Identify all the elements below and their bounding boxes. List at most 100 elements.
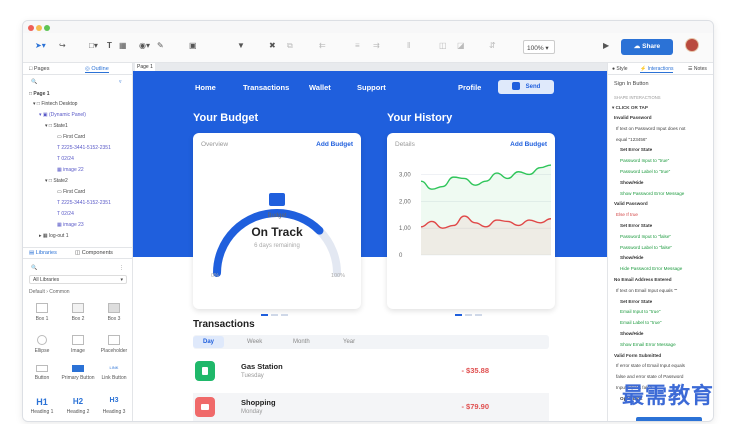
cross-icon[interactable]: ✖ xyxy=(269,41,276,50)
tree-item[interactable]: ▾ □ Fintech Desktop xyxy=(33,101,77,107)
interaction-line[interactable]: Set Error State xyxy=(620,147,652,152)
tab-style[interactable]: ● Style xyxy=(612,66,628,72)
select-tool-icon[interactable]: ➤▾ xyxy=(35,41,46,50)
distribute-icon[interactable]: ‖ xyxy=(407,41,410,50)
send-button[interactable]: Send xyxy=(498,80,554,94)
tree-item[interactable]: T 02/24 xyxy=(57,211,74,217)
interaction-line[interactable]: Set Error State xyxy=(620,223,652,228)
budget-card-tab[interactable]: Overview xyxy=(201,141,228,148)
text-tool-icon[interactable]: T xyxy=(107,41,112,50)
widget-ellipse[interactable]: Ellipse xyxy=(25,335,59,354)
tree-item[interactable]: □ Page 1 xyxy=(29,91,50,97)
transaction-row[interactable]: Shopping Monday - $79.90 xyxy=(193,393,549,421)
library-more-icon[interactable]: ⋮ xyxy=(119,265,124,271)
order-back-icon[interactable]: ◪ xyxy=(457,41,465,50)
interaction-line[interactable]: Invalid Password xyxy=(614,115,652,120)
widget-heading3[interactable]: H3 Heading 3 xyxy=(97,397,131,415)
filter-day[interactable]: Day xyxy=(193,336,225,348)
interaction-line[interactable]: No Email Address Entered xyxy=(614,277,672,282)
tree-item[interactable]: T 2225-3441-5152-2351 xyxy=(57,200,111,206)
tab-libraries[interactable]: ▤ Libraries xyxy=(29,250,57,256)
add-budget-link[interactable]: Add Budget xyxy=(316,141,353,148)
widget-heading1[interactable]: H1 Heading 1 xyxy=(25,397,59,415)
interaction-line[interactable]: Show/Hide xyxy=(620,255,643,260)
interaction-line[interactable]: Valid Form Submitted xyxy=(614,353,661,358)
history-add-budget-link[interactable]: Add Budget xyxy=(510,141,547,148)
library-select[interactable]: All Libraries ▾ xyxy=(29,275,127,284)
tree-item[interactable]: ▸ ▦ log-out 1 xyxy=(39,233,68,239)
preview-play-icon[interactable]: ▶ xyxy=(603,41,609,50)
pen-tool-icon[interactable]: ✎ xyxy=(157,41,164,50)
filter-month[interactable]: Month xyxy=(293,339,310,345)
avatar[interactable] xyxy=(685,38,699,52)
filter-year[interactable]: Year xyxy=(343,339,355,345)
widget-name[interactable]: Sign In Button xyxy=(614,81,649,87)
interaction-line[interactable]: Email Label to "true" xyxy=(620,320,662,325)
tree-item[interactable]: ▭ First Card xyxy=(57,189,85,195)
tab-interactions[interactable]: ⚡ Interactions xyxy=(640,66,674,73)
tree-item[interactable]: ▾ □ State1 xyxy=(45,123,68,129)
copy-icon[interactable]: ⧉ xyxy=(287,41,293,51)
nav-profile[interactable]: Profile xyxy=(458,83,481,92)
widget-primary-button[interactable]: Primary Button xyxy=(61,365,95,381)
interaction-line[interactable]: equal "123456" xyxy=(616,137,647,142)
nav-support[interactable]: Support xyxy=(357,83,386,92)
interaction-line[interactable]: Hide Password Error Message xyxy=(620,266,682,271)
filter-icon[interactable]: ▼ xyxy=(237,41,245,50)
align-left-icon[interactable]: ⇇ xyxy=(319,41,326,50)
interaction-line[interactable]: If text on Password Input does not xyxy=(616,126,685,131)
page-tab[interactable]: Page 1 xyxy=(135,63,155,71)
widget-placeholder[interactable]: Placeholder xyxy=(97,335,131,354)
tab-pages[interactable]: □ Pages xyxy=(29,66,49,72)
close-window-button[interactable] xyxy=(28,25,34,31)
image-tool-icon[interactable]: ▦ xyxy=(119,41,127,50)
align-right-icon[interactable]: ⇉ xyxy=(373,41,380,50)
filter-icon[interactable]: ▿ xyxy=(119,79,122,85)
widget-button[interactable]: Button xyxy=(25,365,59,381)
interaction-line[interactable]: Else If true xyxy=(616,212,638,217)
tab-components[interactable]: ◫ Components xyxy=(75,250,113,256)
align-center-icon[interactable]: ≡ xyxy=(355,41,360,50)
interaction-line[interactable]: Email Input to "true" xyxy=(620,309,661,314)
flip-icon[interactable]: ⇵ xyxy=(489,41,496,50)
budget-pager[interactable] xyxy=(261,303,291,316)
library-search-icon[interactable]: 🔍 xyxy=(31,265,37,271)
pager-dot[interactable] xyxy=(281,314,288,316)
design-canvas[interactable]: Page 1 Home Transactions Wallet Support … xyxy=(133,63,607,421)
interaction-line[interactable]: Show/Hide xyxy=(620,180,643,185)
interaction-line[interactable]: Password Label to "true" xyxy=(620,169,670,174)
interaction-line[interactable]: Password Label to "false" xyxy=(620,245,672,250)
interaction-line[interactable]: Password Input to "false" xyxy=(620,234,671,239)
tab-outline[interactable]: ◎ Outline xyxy=(85,66,109,73)
interaction-line[interactable]: Set Error State xyxy=(620,299,652,304)
widget-heading2[interactable]: H2 Heading 2 xyxy=(61,397,95,415)
share-button[interactable]: ☁ Share xyxy=(621,39,673,55)
interaction-line[interactable]: If error state of Email Input equals xyxy=(616,363,685,368)
transaction-row[interactable]: Gas Station Tuesday - $35.88 xyxy=(193,357,549,385)
interaction-line[interactable]: Show Password Error Message xyxy=(620,191,684,196)
pager-dot[interactable] xyxy=(261,314,268,316)
history-card-tab[interactable]: Details xyxy=(395,141,415,148)
maximize-window-button[interactable] xyxy=(44,25,50,31)
pager-dot[interactable] xyxy=(271,314,278,316)
search-icon[interactable]: 🔍 xyxy=(31,79,37,85)
new-interaction-button[interactable] xyxy=(636,417,702,421)
tree-item[interactable]: T 2225-3441-5152-2351 xyxy=(57,145,111,151)
pager-dot[interactable] xyxy=(465,314,472,316)
tree-item[interactable]: ▾ □ State2 xyxy=(45,178,68,184)
interaction-line[interactable]: Valid Password xyxy=(614,201,648,206)
interaction-line[interactable]: Show Email Error Message xyxy=(620,342,676,347)
group-icon[interactable]: ▣ xyxy=(189,41,197,50)
nav-wallet[interactable]: Wallet xyxy=(309,83,331,92)
nav-home[interactable]: Home xyxy=(195,83,216,92)
minimize-window-button[interactable] xyxy=(36,25,42,31)
tree-item[interactable]: T 02/24 xyxy=(57,156,74,162)
widget-link-button[interactable]: LINK Link Button xyxy=(97,365,131,381)
connector-tool-icon[interactable]: ↪ xyxy=(59,41,66,50)
nav-transactions[interactable]: Transactions xyxy=(243,83,289,92)
zoom-select[interactable]: 100% ▾ xyxy=(523,40,555,54)
tree-item[interactable]: ▦ image 22 xyxy=(57,167,84,173)
rectangle-tool-icon[interactable]: □▾ xyxy=(89,41,98,50)
hotspot-tool-icon[interactable]: ◉▾ xyxy=(139,41,150,50)
interaction-line[interactable]: Show/Hide xyxy=(620,331,643,336)
